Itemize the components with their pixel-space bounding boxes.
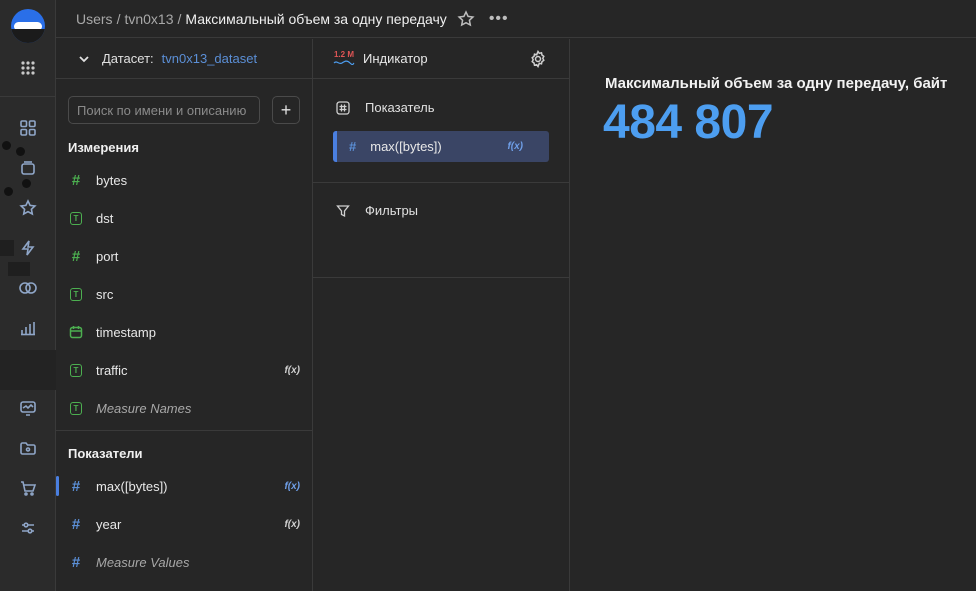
dimension-item[interactable]: # port [68, 241, 300, 271]
dataset-label: Датасет: [102, 51, 154, 66]
field-label: max([bytes]) [96, 478, 168, 494]
field-label: dst [96, 210, 114, 226]
preview-area: Максимальный объем за одну передачу, бай… [570, 39, 976, 591]
chip-accent [333, 131, 337, 162]
search-row: Поиск по имени и описанию + [68, 96, 300, 124]
measure-chip[interactable]: # max([bytes]) f(x) [333, 131, 549, 162]
favorite-star-icon[interactable] [457, 9, 475, 28]
field-label: year [96, 516, 122, 532]
dimension-item[interactable]: T dst [68, 203, 300, 233]
section-divider [313, 277, 569, 278]
collections-icon[interactable] [17, 117, 39, 139]
decor-block [0, 240, 14, 256]
page-title: Максимальный объем за одну передачу [185, 10, 447, 27]
rail-divider [0, 96, 56, 97]
field-label: Measure Values [96, 554, 190, 570]
folder-icon[interactable] [17, 437, 39, 459]
measure-section: Показатель [335, 100, 435, 115]
dimension-item[interactable]: T traffic f(x) [68, 355, 300, 385]
measure-item[interactable]: # year f(x) [68, 509, 300, 539]
cart-icon[interactable] [17, 477, 39, 499]
measure-number-icon: # [71, 553, 81, 571]
settings-sliders-icon[interactable] [17, 517, 39, 539]
logo-icon[interactable] [11, 9, 45, 43]
dataset-name[interactable]: tvn0x13_dataset [162, 51, 257, 66]
breadcrumb-folder[interactable]: tvn0x13 [124, 11, 173, 27]
apps-grid-icon[interactable] [17, 57, 39, 79]
indicator-icon: 1.2 M [333, 49, 355, 67]
field-label: src [96, 286, 114, 302]
measure-number-icon: # [71, 477, 81, 495]
datasets-icon[interactable] [17, 277, 39, 299]
decor-dot [2, 141, 11, 150]
filters-section[interactable]: Фильтры [335, 203, 418, 218]
breadcrumb-separator: / [116, 10, 121, 27]
dimension-item[interactable]: T Measure Names [68, 393, 300, 423]
field-label: Measure Names [96, 400, 192, 416]
search-input[interactable]: Поиск по имени и описанию [68, 96, 260, 124]
stack-icon[interactable] [17, 157, 39, 179]
formula-icon: f(x) [284, 480, 300, 492]
filters-label: Фильтры [365, 203, 419, 218]
dataset-panel: Датасет: tvn0x13_dataset Поиск по имени … [56, 39, 313, 591]
section-divider [313, 182, 569, 183]
field-label: timestamp [96, 324, 156, 340]
dimension-item[interactable]: # bytes [68, 165, 300, 195]
filter-icon [335, 204, 351, 218]
field-label: port [96, 248, 119, 264]
app-root: Users / tvn0x13 / Максимальный объем за … [0, 0, 976, 591]
breadcrumb-separator: / [177, 10, 182, 27]
top-bar: Users / tvn0x13 / Максимальный объем за … [56, 0, 976, 38]
section-divider [56, 430, 312, 431]
star-icon[interactable] [17, 197, 39, 219]
measure-item[interactable]: # max([bytes]) f(x) [68, 471, 300, 501]
measure-section-icon [335, 100, 351, 115]
indicator-title: Максимальный объем за одну передачу, бай… [605, 75, 948, 92]
field-label: traffic [96, 362, 128, 378]
decor-block [0, 350, 56, 390]
measure-number-icon: # [349, 139, 357, 154]
left-rail [0, 0, 56, 591]
formula-icon: f(x) [284, 518, 300, 530]
selected-indicator [56, 476, 59, 496]
calendar-icon [68, 325, 84, 339]
decor-dot [4, 187, 13, 196]
field-label: bytes [96, 172, 128, 188]
viz-type-selector[interactable]: 1.2 M Индикатор [313, 39, 569, 79]
decor-dot [22, 179, 31, 188]
number-type-icon: # [71, 247, 81, 265]
dimension-item[interactable]: T src [68, 279, 300, 309]
text-type-icon: T [68, 401, 84, 415]
formula-icon: f(x) [284, 364, 300, 376]
viz-type-label: Индикатор [363, 51, 428, 66]
breadcrumb-root[interactable]: Users [76, 11, 113, 27]
visualization-panel: 1.2 M Индикатор Показатель # max([bytes]… [313, 39, 570, 591]
add-field-button[interactable]: + [272, 96, 300, 124]
text-type-icon: T [68, 287, 84, 301]
dimension-item[interactable]: timestamp [68, 317, 300, 347]
monitor-icon[interactable] [17, 397, 39, 419]
gear-icon[interactable] [529, 49, 547, 69]
text-type-icon: T [68, 211, 84, 225]
more-options-icon[interactable]: ••• [489, 10, 509, 28]
indicator-value: 484 807 [603, 96, 774, 149]
decor-dot [16, 147, 25, 156]
number-type-icon: # [71, 171, 81, 189]
measure-section-label: Показатель [365, 100, 435, 115]
measure-number-icon: # [71, 515, 81, 533]
bolt-icon[interactable] [17, 237, 39, 259]
chip-label: max([bytes]) [370, 139, 442, 154]
decor-block [8, 262, 30, 276]
indicator-badge-text: 1.2 M [333, 49, 354, 59]
text-type-icon: T [68, 363, 84, 377]
dimensions-title: Измерения [68, 140, 139, 155]
formula-icon: f(x) [507, 141, 523, 152]
dataset-selector[interactable]: Датасет: tvn0x13_dataset [56, 39, 312, 79]
measure-item[interactable]: # Measure Values [68, 547, 300, 577]
measures-title: Показатели [68, 446, 143, 461]
chevron-down-icon [79, 55, 89, 62]
charts-icon[interactable] [17, 317, 39, 339]
